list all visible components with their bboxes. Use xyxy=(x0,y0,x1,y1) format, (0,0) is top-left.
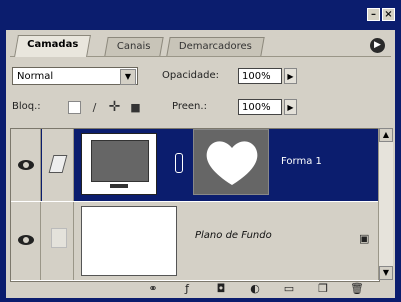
chevron-down-icon[interactable]: ▼ xyxy=(120,69,136,85)
lock-transparency-icon[interactable] xyxy=(68,101,81,114)
layers-scrollbar[interactable]: ▲ ▼ xyxy=(378,128,393,280)
blend-mode-select[interactable]: Normal ▼ xyxy=(12,67,138,85)
vector-mask-thumbnail[interactable] xyxy=(193,129,269,195)
new-group-icon[interactable]: ▭ xyxy=(282,282,296,296)
heart-icon xyxy=(206,141,258,185)
layers-bottom-toolbar: ⚭ ƒ ◘ ◐ ▭ ❐ 🗑 xyxy=(10,282,391,296)
trash-icon[interactable]: 🗑 xyxy=(350,282,364,296)
lock-label: Bloq.: xyxy=(12,101,41,112)
fill-input[interactable]: 100% xyxy=(238,99,282,115)
opacity-label: Opacidade: xyxy=(162,70,219,81)
brush-cell[interactable] xyxy=(42,202,74,280)
opacity-slider-arrow-icon[interactable]: ▶ xyxy=(284,68,297,84)
layer-row-background[interactable]: Plano de Fundo ▣ xyxy=(11,202,379,280)
brush-cell[interactable] xyxy=(42,129,74,201)
tab-layers[interactable]: Camadas xyxy=(14,35,92,57)
layer-thumbnail[interactable] xyxy=(81,133,157,195)
fill-label: Preen.: xyxy=(172,101,207,112)
palette-titlebar[interactable]: – × xyxy=(0,0,401,30)
new-layer-icon[interactable]: ❐ xyxy=(316,282,330,296)
close-button[interactable]: × xyxy=(382,8,395,21)
visibility-toggle[interactable] xyxy=(11,129,41,201)
blend-row: Normal ▼ Opacidade: 100% ▶ xyxy=(12,67,392,87)
add-mask-icon[interactable]: ◘ xyxy=(214,282,228,296)
layer-row-shape[interactable]: Forma 1 xyxy=(11,129,379,201)
layers-list: Forma 1 Plano de Fundo ▣ xyxy=(10,128,380,282)
vector-thumb-icon xyxy=(91,140,149,182)
layer-name[interactable]: Forma 1 xyxy=(281,156,322,167)
palette-tabs: Camadas Canais Demarcadores ▶ xyxy=(10,34,391,57)
lock-all-icon[interactable]: ■ xyxy=(129,101,142,114)
link-layers-icon[interactable]: ⚭ xyxy=(146,282,160,296)
layers-palette: Camadas Canais Demarcadores ▶ Normal ▼ O… xyxy=(6,30,395,298)
eye-icon xyxy=(18,160,34,170)
tab-paths[interactable]: Demarcadores xyxy=(166,37,265,56)
lock-brush-icon[interactable]: ∕ xyxy=(88,101,101,114)
panel-menu-arrow-icon[interactable]: ▶ xyxy=(370,38,385,53)
link-chain-icon[interactable] xyxy=(175,153,183,173)
visibility-toggle[interactable] xyxy=(11,202,41,280)
background-thumbnail[interactable] xyxy=(81,206,177,276)
blend-mode-value: Normal xyxy=(17,71,54,82)
scroll-down-icon[interactable]: ▼ xyxy=(379,266,393,280)
eye-icon xyxy=(18,235,34,245)
empty-brush-box xyxy=(51,228,67,248)
mask-bar xyxy=(110,184,128,188)
lock-row: Bloq.: ∕ ✛ ■ Preen.: 100% ▶ xyxy=(12,98,392,118)
scroll-up-icon[interactable]: ▲ xyxy=(379,128,393,142)
lock-move-icon[interactable]: ✛ xyxy=(108,100,121,114)
brush-icon xyxy=(48,155,68,173)
layer-name[interactable]: Plano de Fundo xyxy=(195,230,272,241)
fill-slider-arrow-icon[interactable]: ▶ xyxy=(284,99,297,115)
tab-channels[interactable]: Canais xyxy=(104,37,164,56)
lock-icon: ▣ xyxy=(359,232,370,245)
opacity-input[interactable]: 100% xyxy=(238,68,282,84)
minimize-button[interactable]: – xyxy=(367,8,380,21)
new-fill-layer-icon[interactable]: ◐ xyxy=(248,282,262,296)
add-style-icon[interactable]: ƒ xyxy=(180,282,194,296)
